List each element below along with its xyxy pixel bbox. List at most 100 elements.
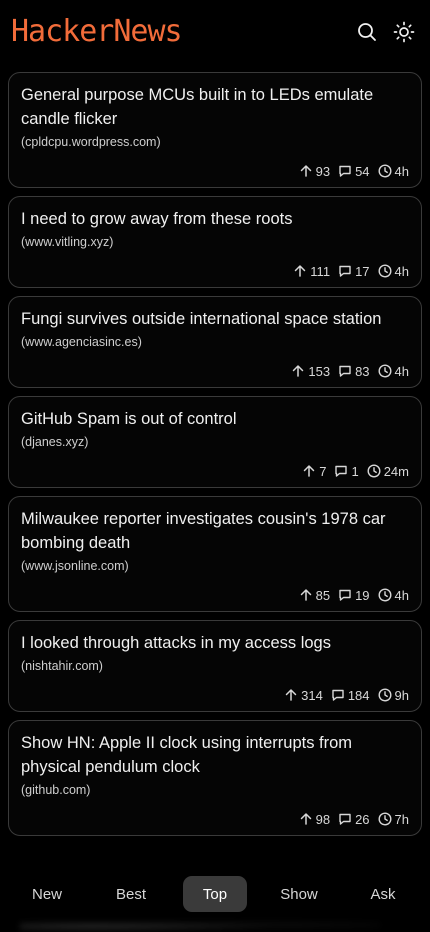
story-title[interactable]: Show HN: Apple II clock using interrupts… [21,731,409,779]
theme-toggle-button[interactable] [392,20,416,44]
age: 4h [378,588,409,603]
story-meta: 93 54 4h [21,155,409,187]
arrow-up-icon [300,589,311,601]
bottom-tab-bar: New Best Top Show Ask [15,876,415,912]
story-list: General purpose MCUs built in to LEDs em… [8,72,422,844]
story-card[interactable]: General purpose MCUs built in to LEDs em… [8,72,422,188]
comments-count: 1 [351,463,359,479]
points: 314 [284,688,323,703]
story-card[interactable]: Show HN: Apple II clock using interrupts… [8,720,422,836]
clock-icon [378,264,392,278]
age-text: 24m [383,463,409,479]
points-count: 93 [315,163,331,179]
story-title[interactable]: GitHub Spam is out of control [21,407,409,431]
story-domain: (nishtahir.com) [21,659,103,673]
comment-icon [339,265,351,277]
age-text: 4h [394,263,409,279]
story-card[interactable]: Fungi survives outside international spa… [8,296,422,388]
age-text: 4h [394,363,409,379]
clock-icon [378,588,392,602]
tab-best[interactable]: Best [99,876,163,912]
app-logo[interactable]: HackerNews [11,12,183,52]
sun-icon [393,21,415,43]
comments[interactable]: 54 [338,163,370,179]
story-title[interactable]: I looked through attacks in my access lo… [21,631,409,655]
age: 24m [367,464,409,479]
search-button[interactable] [355,20,379,44]
age-text: 4h [394,163,409,179]
story-meta: 111 17 4h [21,255,409,287]
story-domain: (cpldcpu.wordpress.com) [21,135,161,149]
comment-icon [339,165,351,177]
story-title[interactable]: I need to grow away from these roots [21,207,409,231]
arrow-up-icon [285,689,297,701]
story-meta: 153 83 4h [21,355,409,387]
comments-count: 26 [355,811,370,827]
story-card[interactable]: I looked through attacks in my access lo… [8,620,422,712]
age-text: 7h [394,811,409,827]
comments[interactable]: 26 [338,811,370,827]
comments[interactable]: 19 [338,587,370,603]
comments-count: 184 [347,687,370,703]
story-title[interactable]: Milwaukee reporter investigates cousin's… [21,507,409,555]
comment-icon [335,465,348,477]
age: 7h [378,812,409,827]
clock-icon [367,464,381,478]
points: 85 [299,588,330,603]
comments[interactable]: 83 [338,363,370,379]
points: 98 [299,812,330,827]
story-card[interactable]: Milwaukee reporter investigates cousin's… [8,496,422,612]
comments-count: 54 [355,163,370,179]
story-domain: (github.com) [21,783,91,797]
comments-count: 83 [355,363,370,379]
points: 93 [299,164,330,179]
story-meta: 85 19 4h [21,579,409,611]
comment-icon [339,813,351,825]
points-count: 111 [310,263,331,279]
tab-show[interactable]: Show [267,876,331,912]
tab-top[interactable]: Top [183,876,247,912]
tab-ask[interactable]: Ask [351,876,415,912]
points-count: 98 [315,811,331,827]
age: 4h [378,364,409,379]
story-meta: 314 184 9h [21,679,409,711]
arrow-up-icon [300,813,311,825]
story-card[interactable]: GitHub Spam is out of control (djanes.xy… [8,396,422,488]
age: 9h [378,688,409,703]
clock-icon [378,688,392,702]
age-text: 4h [394,587,409,603]
comments-count: 19 [355,587,370,603]
points-count: 153 [308,363,331,379]
age: 4h [378,164,409,179]
comments-count: 17 [355,263,370,279]
comment-icon [332,689,344,701]
comments[interactable]: 1 [334,463,359,479]
story-meta: 98 26 7h [21,803,409,835]
story-domain: (www.jsonline.com) [21,559,129,573]
story-title[interactable]: Fungi survives outside international spa… [21,307,409,331]
age: 4h [378,264,409,279]
comments[interactable]: 17 [338,263,370,279]
search-icon [358,23,376,41]
story-domain: (www.vitling.xyz) [21,235,114,249]
tab-new[interactable]: New [15,876,79,912]
story-card[interactable]: I need to grow away from these roots (ww… [8,196,422,288]
clock-icon [378,164,392,178]
story-title[interactable]: General purpose MCUs built in to LEDs em… [21,83,409,131]
points-count: 85 [315,587,331,603]
arrow-up-icon [303,465,315,477]
arrow-up-icon [293,365,304,377]
story-meta: 7 1 24m [21,455,409,487]
comment-icon [339,365,351,377]
arrow-up-icon [300,165,311,177]
clock-icon [378,364,392,378]
arrow-up-icon [295,265,306,277]
age-text: 9h [394,687,409,703]
points: 7 [302,464,326,479]
blurred-background [20,918,380,932]
comments[interactable]: 184 [331,688,370,703]
points-count: 7 [319,463,327,479]
points-count: 314 [301,687,323,703]
points: 153 [291,364,330,379]
comment-icon [339,589,351,601]
